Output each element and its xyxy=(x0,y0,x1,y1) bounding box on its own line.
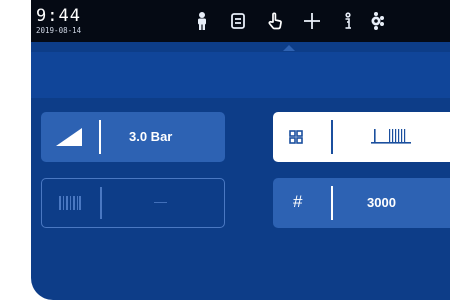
info-icon[interactable] xyxy=(337,10,359,32)
disabled-tile[interactable]: — xyxy=(41,178,225,228)
hand-pointer-icon[interactable] xyxy=(264,10,286,32)
device-screen: 9:44 2019-08-14 3.0 Bar — # 3000 xyxy=(31,0,450,300)
person-icon[interactable] xyxy=(191,10,213,32)
pulse-pattern-icon xyxy=(369,126,413,146)
settings-icon[interactable] xyxy=(365,10,387,32)
active-tab-indicator xyxy=(283,45,295,51)
document-icon[interactable] xyxy=(227,10,249,32)
pressure-tile[interactable]: 3.0 Bar xyxy=(41,112,225,162)
count-tile[interactable]: # 3000 xyxy=(273,178,450,228)
tile-divider xyxy=(331,120,333,154)
clock-date: 2019-08-14 xyxy=(36,26,82,35)
pressure-value: 3.0 Bar xyxy=(129,129,173,144)
tile-divider xyxy=(100,187,102,219)
ramp-icon xyxy=(55,126,83,148)
count-value: 3000 xyxy=(367,195,396,210)
hash-icon: # xyxy=(293,192,303,211)
tile-divider xyxy=(99,120,101,154)
plus-icon[interactable] xyxy=(301,10,323,32)
clock-time: 9:44 xyxy=(36,6,81,26)
status-bar: 9:44 2019-08-14 xyxy=(31,0,450,42)
tile-divider xyxy=(331,186,333,220)
grid-icon xyxy=(287,128,305,146)
empty-value: — xyxy=(154,194,167,209)
sub-header-bar xyxy=(31,52,450,98)
pattern-tile[interactable] xyxy=(273,112,450,162)
barcode-icon xyxy=(56,195,84,211)
